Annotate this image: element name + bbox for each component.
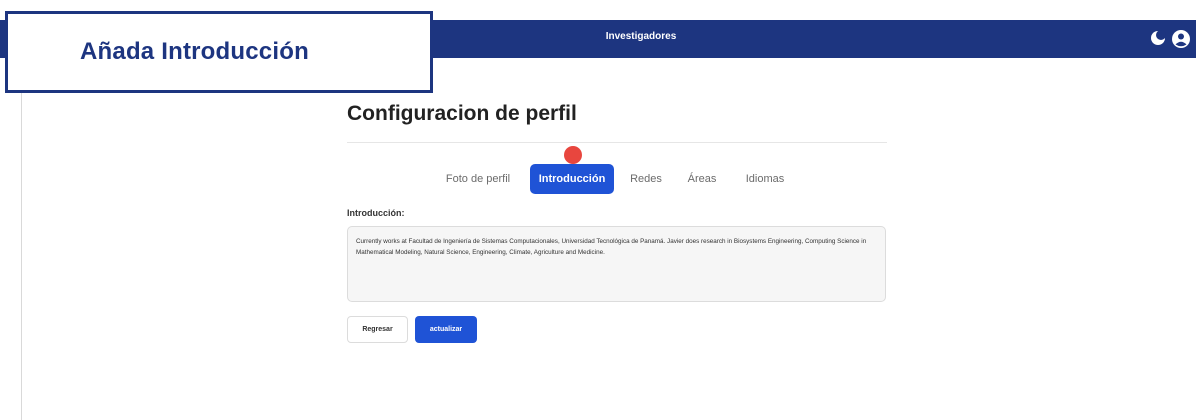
sidebar-divider xyxy=(21,58,22,420)
introduction-textarea[interactable]: Currently works at Facultad de Ingenierí… xyxy=(347,226,886,302)
nav-icons xyxy=(1148,28,1192,55)
update-button[interactable]: actualizar xyxy=(415,316,477,343)
instruction-callout: Añada Introducción xyxy=(5,11,433,93)
back-button[interactable]: Regresar xyxy=(347,316,408,343)
instruction-callout-text: Añada Introducción xyxy=(80,38,309,65)
tab-networks[interactable]: Redes xyxy=(624,164,668,194)
tab-areas[interactable]: Áreas xyxy=(680,164,724,194)
profile-tabs: Foto de perfil Introducción Redes Áreas … xyxy=(0,164,1196,194)
click-marker xyxy=(564,146,582,164)
tab-languages[interactable]: Idiomas xyxy=(736,164,794,194)
tab-introduction[interactable]: Introducción xyxy=(530,164,614,194)
page-title: Configuracion de perfil xyxy=(347,102,577,125)
title-divider xyxy=(347,142,887,143)
instruction-callout-box: Añada Introducción xyxy=(8,14,430,90)
tab-profile-photo[interactable]: Foto de perfil xyxy=(436,164,520,194)
introduction-label: Introducción: xyxy=(347,208,405,218)
moon-icon[interactable] xyxy=(1148,28,1168,55)
user-icon[interactable] xyxy=(1170,28,1192,55)
